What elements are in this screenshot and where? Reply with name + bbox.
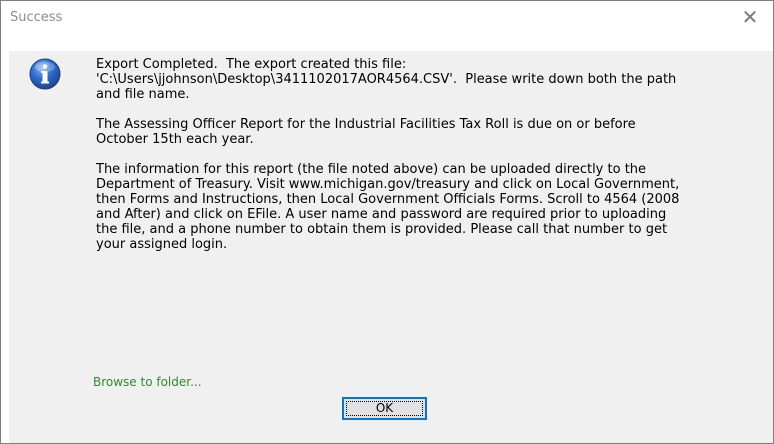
window-title: Success xyxy=(10,10,63,25)
message-text: Export Completed. The export created thi… xyxy=(96,57,773,267)
dialog-body: Export Completed. The export created thi… xyxy=(9,51,773,443)
message-paragraph-export: Export Completed. The export created thi… xyxy=(96,57,677,102)
title-bar[interactable]: Success ✕ xyxy=(1,1,773,34)
close-button[interactable]: ✕ xyxy=(727,1,773,34)
close-icon: ✕ xyxy=(741,5,759,29)
message-paragraph-upload-instructions: The information for this report (the fil… xyxy=(96,162,680,252)
message-paragraph-due-date: The Assessing Officer Report for the Ind… xyxy=(96,117,636,147)
information-icon xyxy=(29,58,61,90)
browse-to-folder-link[interactable]: Browse to folder... xyxy=(93,375,202,389)
focus-rectangle xyxy=(346,401,423,416)
ok-button[interactable]: OK xyxy=(342,397,427,420)
success-dialog: Success ✕ Export Completed. The export c… xyxy=(0,0,774,444)
